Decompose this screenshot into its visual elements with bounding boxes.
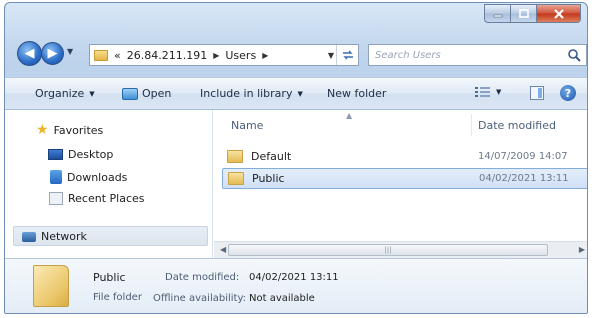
close-button[interactable]	[537, 4, 581, 23]
nav-item-downloads[interactable]: Downloads	[50, 170, 127, 184]
window-controls	[484, 4, 581, 23]
organize-button[interactable]: Organize ▼	[35, 87, 95, 100]
help-button[interactable]: ?	[560, 85, 576, 101]
recent-places-icon	[49, 192, 63, 205]
new-folder-label: New folder	[327, 87, 387, 100]
search-input[interactable]	[375, 49, 560, 61]
nav-item-recent-places[interactable]: Recent Places	[49, 192, 145, 205]
view-list-icon	[475, 87, 490, 97]
preview-pane-icon	[530, 86, 544, 100]
scrollbar-thumb[interactable]: |||	[228, 244, 548, 256]
chevron-right-icon[interactable]: ▶	[262, 51, 268, 60]
details-type: File folder	[93, 292, 142, 303]
nav-network-inner: Network	[22, 230, 87, 243]
include-label: Include in library	[200, 87, 293, 100]
minimize-icon	[493, 14, 502, 17]
file-date: 04/02/2021 13:11	[479, 173, 569, 184]
help-icon: ?	[560, 85, 576, 101]
address-dropdown-icon[interactable]: ▼	[328, 51, 334, 60]
breadcrumb-host[interactable]: 26.84.211.191	[127, 49, 207, 62]
column-name[interactable]: Name	[231, 119, 263, 132]
sort-ascending-icon: ▲	[346, 111, 353, 120]
chevron-down-icon: ▼	[89, 89, 95, 98]
nav-label-network: Network	[41, 230, 87, 243]
nav-label-favorites: Favorites	[53, 123, 104, 137]
forward-button[interactable]: ▶	[41, 42, 64, 65]
nav-item-desktop[interactable]: Desktop	[48, 148, 113, 161]
content-area: ★ Favorites Desktop Downloads Recent Pla…	[5, 110, 587, 258]
refresh-button[interactable]	[336, 45, 358, 65]
horizontal-scrollbar[interactable]: ◀ ||| ▶	[214, 241, 587, 258]
details-pane: Public File folder Date modified: 04/02/…	[5, 258, 587, 313]
network-icon	[22, 231, 36, 242]
file-row-public[interactable]: Public 04/02/2021 13:11	[222, 168, 587, 189]
search-box[interactable]	[368, 44, 587, 66]
open-icon	[122, 87, 138, 100]
command-bar: Organize ▼ Open Include in library ▼ New…	[5, 77, 587, 110]
chevron-down-icon: ▼	[496, 88, 502, 96]
search-icon[interactable]	[567, 48, 581, 62]
file-list-pane: Name ▲ Date modified Default 14/07/2009 …	[214, 110, 587, 258]
large-folder-icon	[33, 265, 69, 307]
details-date-label: Date modified:	[165, 272, 240, 283]
nav-item-favorites[interactable]: ★ Favorites	[36, 123, 103, 137]
minimize-button[interactable]	[484, 4, 511, 23]
chevron-right-icon[interactable]: ▶	[213, 51, 219, 60]
breadcrumb-users[interactable]: Users	[225, 49, 256, 62]
navigation-pane: ★ Favorites Desktop Downloads Recent Pla…	[5, 110, 213, 258]
file-date: 14/07/2009 14:07	[478, 151, 568, 162]
folder-icon	[227, 150, 243, 163]
address-overflow[interactable]: «	[114, 49, 121, 62]
star-icon: ★	[36, 122, 49, 138]
column-date-modified[interactable]: Date modified	[478, 119, 556, 132]
chevron-down-icon: ▼	[297, 89, 303, 98]
nav-label-downloads: Downloads	[67, 170, 128, 184]
nav-label-recent-places: Recent Places	[68, 192, 145, 205]
file-row-default[interactable]: Default 14/07/2009 14:07	[222, 146, 587, 167]
open-button[interactable]: Open	[122, 87, 171, 100]
arrow-left-icon: ◀	[24, 46, 35, 61]
details-name: Public	[93, 271, 126, 284]
folder-icon	[94, 49, 108, 61]
recent-pages-dropdown[interactable]: ▼	[67, 47, 73, 56]
arrow-right-icon: ▶	[47, 46, 58, 61]
address-row: ◀ ▶ ▼ « 26.84.211.191 ▶ Users ▶ ▼	[5, 37, 587, 67]
desktop-icon	[48, 149, 63, 160]
file-name: Default	[251, 150, 292, 163]
scroll-right-icon[interactable]: ▶	[579, 245, 585, 254]
new-folder-button[interactable]: New folder	[327, 87, 386, 100]
refresh-icon	[342, 50, 353, 60]
scroll-left-icon[interactable]: ◀	[220, 245, 226, 254]
address-bar[interactable]: « 26.84.211.191 ▶ Users ▶ ▼	[89, 44, 359, 66]
folder-icon	[228, 172, 244, 185]
explorer-window: ◀ ▶ ▼ « 26.84.211.191 ▶ Users ▶ ▼ Search…	[4, 2, 588, 314]
details-date-value: 04/02/2021 13:11	[249, 272, 339, 283]
back-button[interactable]: ◀	[17, 41, 42, 66]
maximize-icon	[518, 9, 529, 18]
change-view-button[interactable]: ▼	[475, 86, 501, 98]
include-in-library-button[interactable]: Include in library ▼	[200, 87, 303, 100]
details-offline-value: Not available	[249, 293, 315, 304]
preview-pane-button[interactable]	[530, 86, 544, 100]
nav-label-desktop: Desktop	[68, 148, 114, 161]
organize-label: Organize	[35, 87, 85, 100]
column-header: Name ▲ Date modified	[214, 110, 587, 138]
details-offline-label: Offline availability:	[153, 293, 247, 304]
file-name: Public	[252, 172, 285, 185]
maximize-button[interactable]	[511, 4, 537, 23]
open-label: Open	[142, 87, 172, 100]
downloads-icon	[50, 170, 62, 184]
nav-item-network[interactable]: Network	[13, 226, 208, 246]
close-icon	[553, 8, 564, 19]
column-divider[interactable]	[471, 114, 472, 136]
